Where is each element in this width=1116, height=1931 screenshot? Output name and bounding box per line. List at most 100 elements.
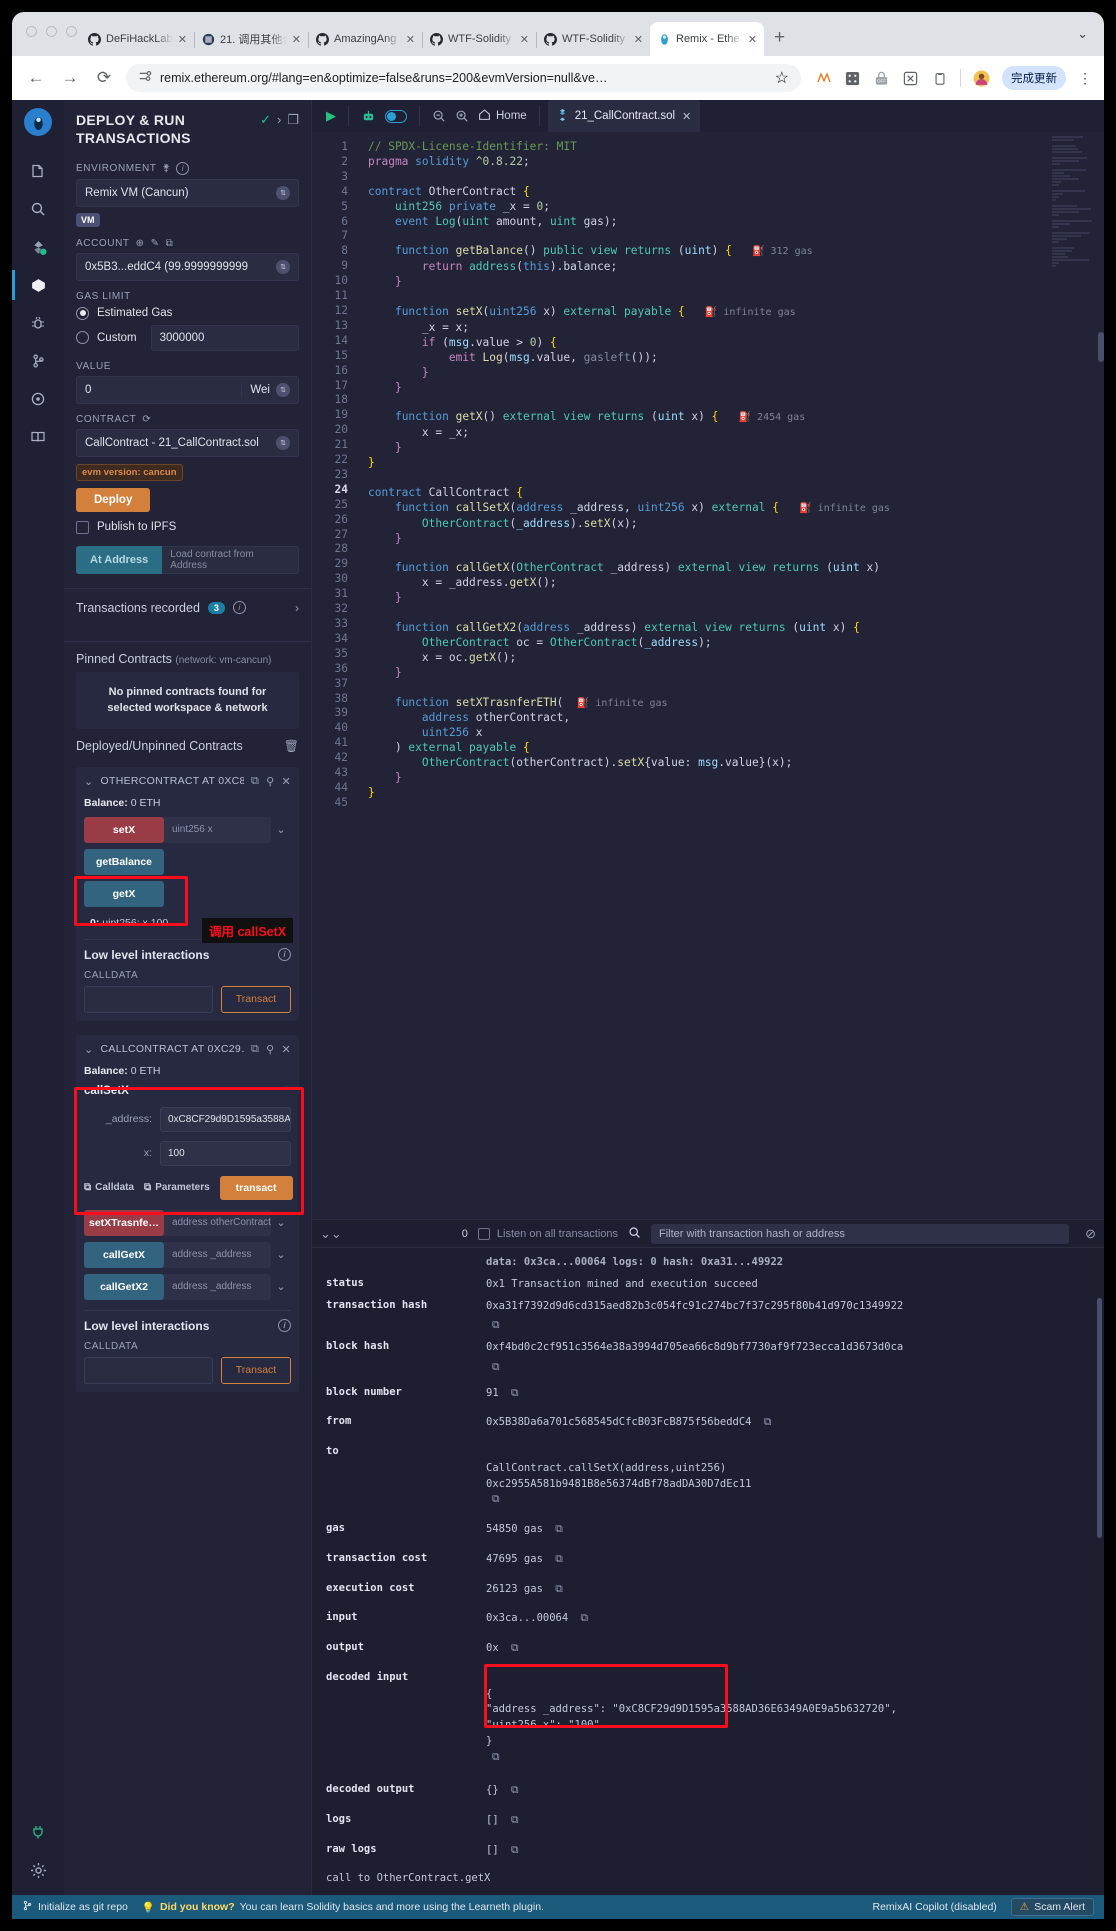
browser-tab[interactable]: WTF-Solidity ✕ [422, 22, 537, 56]
terminal-output[interactable]: data: 0x3ca...00064 logs: 0 hash: 0xa31.… [312, 1248, 1104, 1919]
new-tab-button[interactable]: + [774, 27, 785, 49]
chevron-down-icon[interactable]: ⌄ [1077, 26, 1088, 42]
remix-logo[interactable] [24, 108, 52, 136]
window-controls[interactable] [26, 26, 77, 37]
file-tab-callcontract[interactable]: 21_CallContract.sol ✕ [547, 100, 701, 132]
plus-circle-icon[interactable]: ⊕ [136, 238, 145, 249]
sidebar-item-plugin-manager[interactable] [18, 380, 58, 418]
clear-console-icon[interactable]: ⊘ [1085, 1226, 1096, 1242]
scam-alert-button[interactable]: ⚠ Scam Alert [1010, 1898, 1094, 1916]
close-icon[interactable]: ✕ [292, 33, 301, 46]
value-input-row[interactable]: 0 Wei ⇅ [76, 375, 299, 404]
off-toggle-icon[interactable]: OFF [873, 70, 890, 87]
listen-all-transactions[interactable]: Listen on all transactions [477, 1227, 618, 1240]
function-button-callgetx2[interactable]: callGetX2 [84, 1273, 164, 1300]
avatar-icon[interactable] [973, 70, 990, 87]
transact-button[interactable]: transact [219, 1175, 293, 1200]
chevron-down-icon[interactable]: ⌄ [271, 817, 291, 843]
chevron-down-icon[interactable]: ⌄ [271, 1242, 291, 1268]
browser-tab[interactable]: AmazingAng ✕ [308, 22, 423, 56]
copy-calldata-button[interactable]: ⧉ Calldata [84, 1182, 134, 1193]
minimap[interactable] [1052, 136, 1096, 1219]
copy-icon[interactable]: ⧉ [166, 238, 174, 249]
environment-select[interactable]: Remix VM (Cancun) ⇅ [76, 178, 299, 207]
omnibox[interactable]: remix.ethereum.org/#lang=en&optimize=fal… [126, 64, 801, 92]
function-button-setx[interactable]: setX [84, 816, 164, 843]
info-icon[interactable]: i [278, 1319, 291, 1333]
value-amount[interactable]: 0 [85, 384, 241, 396]
calldata-input[interactable] [84, 985, 213, 1013]
robot-icon[interactable] [361, 109, 376, 124]
deploy-button[interactable]: Deploy [76, 487, 151, 512]
contract-select[interactable]: CallContract - 21_CallContract.sol ⇅ [76, 428, 299, 457]
copy-parameters-button[interactable]: ⧉ Parameters [144, 1182, 210, 1193]
at-address-button[interactable]: At Address [76, 545, 163, 574]
copy-icon[interactable]: ⧉ [511, 1641, 519, 1657]
copy-icon[interactable]: ⧉ [492, 1492, 500, 1508]
function-button-callgetx[interactable]: callGetX [84, 1241, 164, 1268]
copilot-status[interactable]: RemixAI Copilot (disabled) [872, 1901, 996, 1913]
star-icon[interactable]: ☆ [775, 68, 789, 88]
forward-icon[interactable]: → [58, 68, 82, 88]
copy-icon[interactable]: ⧉ [555, 1582, 563, 1598]
maximize-window-dot[interactable] [66, 26, 77, 37]
search-icon[interactable] [628, 1226, 641, 1242]
terminal-scrollbar[interactable] [1097, 1298, 1102, 1538]
sidebar-item-deploy-run[interactable] [12, 266, 58, 304]
copy-icon[interactable]: ⧉ [764, 1415, 772, 1431]
kebab-menu-icon[interactable]: ⋮ [1078, 70, 1092, 87]
function-arg-input[interactable]: address _address [164, 1273, 271, 1300]
param-input-address[interactable]: 0xC8CF29d9D1595a3588AD3 [160, 1106, 291, 1132]
pin-icon[interactable]: ⚲ [266, 1043, 274, 1056]
chevron-down-icon[interactable]: ⌄ [84, 1043, 94, 1056]
copy-icon[interactable]: ⧉ [511, 1843, 519, 1859]
close-icon[interactable]: ✕ [406, 33, 415, 46]
chevron-updown-icon[interactable]: ⇅ [276, 435, 290, 450]
sidebar-item-search[interactable] [18, 190, 58, 228]
sidebar-item-debugger[interactable] [18, 304, 58, 342]
checkbox-icon[interactable] [477, 1227, 490, 1240]
publish-ipfs-row[interactable]: Publish to IPFS [76, 520, 299, 534]
close-icon[interactable]: ✕ [520, 33, 529, 46]
at-address-input[interactable]: Load contract from Address [162, 545, 299, 574]
calldata-input[interactable] [84, 1356, 213, 1384]
chevron-down-icon[interactable]: ⌄ [271, 1274, 291, 1300]
sidebar-item-learneth[interactable] [18, 418, 58, 456]
close-icon[interactable]: ✕ [682, 110, 691, 123]
function-button-getbalance[interactable]: getBalance [84, 848, 164, 875]
browser-tab[interactable]: DeFiHackLabs ✕ [80, 22, 195, 56]
home-tab[interactable]: Home [478, 108, 527, 124]
x-ext-icon[interactable] [902, 70, 919, 87]
editor-scrollbar[interactable] [1098, 332, 1104, 362]
update-button[interactable]: 完成更新 [1002, 66, 1066, 90]
custom-gas-radio-row[interactable]: Custom 3000000 [76, 324, 299, 351]
init-git-repo-button[interactable]: Initialize as git repo [22, 1900, 128, 1914]
refresh-icon[interactable]: ⟳ [142, 414, 151, 425]
param-input-x[interactable]: 100 [160, 1140, 291, 1166]
transact-button[interactable]: Transact [221, 985, 291, 1013]
copy-icon[interactable]: ⧉ [511, 1386, 519, 1402]
sidebar-item-file-explorer[interactable] [18, 152, 58, 190]
browser-tab[interactable]: WTF-Solidity ✕ [536, 22, 651, 56]
reload-icon[interactable]: ⟳ [92, 68, 116, 88]
function-button-setxtransfereth[interactable]: setXTrasnfe… [84, 1209, 164, 1236]
code-editor[interactable]: 1 2 3 4 5 6 7 8 9 10 11 12 13 14 15 16 17 18 19 20 21 22 23 24 2… [312, 132, 1104, 1219]
layout-panel-icon[interactable]: ❐ [287, 112, 299, 128]
trash-icon[interactable]: 🗑 [284, 739, 299, 753]
close-icon[interactable]: ✕ [748, 33, 757, 46]
browser-tab-active[interactable]: Remix - Ethe ✕ [650, 22, 764, 56]
copy-icon[interactable]: ⧉ [492, 1750, 500, 1766]
sidebar-item-solidity-compiler[interactable] [18, 228, 58, 266]
chevron-right-icon[interactable]: › [295, 601, 299, 615]
sidebar-item-settings[interactable] [18, 1851, 58, 1889]
chevron-updown-icon[interactable]: ⇅ [276, 382, 290, 397]
function-button-getx[interactable]: getX [84, 880, 164, 907]
transaction-filter-input[interactable]: Filter with transaction hash or address [651, 1223, 1070, 1244]
metamask-icon[interactable] [815, 70, 832, 87]
zoom-in-icon[interactable] [455, 109, 469, 123]
function-arg-input[interactable]: address otherContract, [164, 1209, 271, 1236]
transact-button[interactable]: Transact [221, 1356, 291, 1384]
close-icon[interactable]: ✕ [634, 33, 643, 46]
info-icon[interactable]: i [232, 601, 246, 615]
checkbox-icon[interactable] [76, 520, 89, 534]
